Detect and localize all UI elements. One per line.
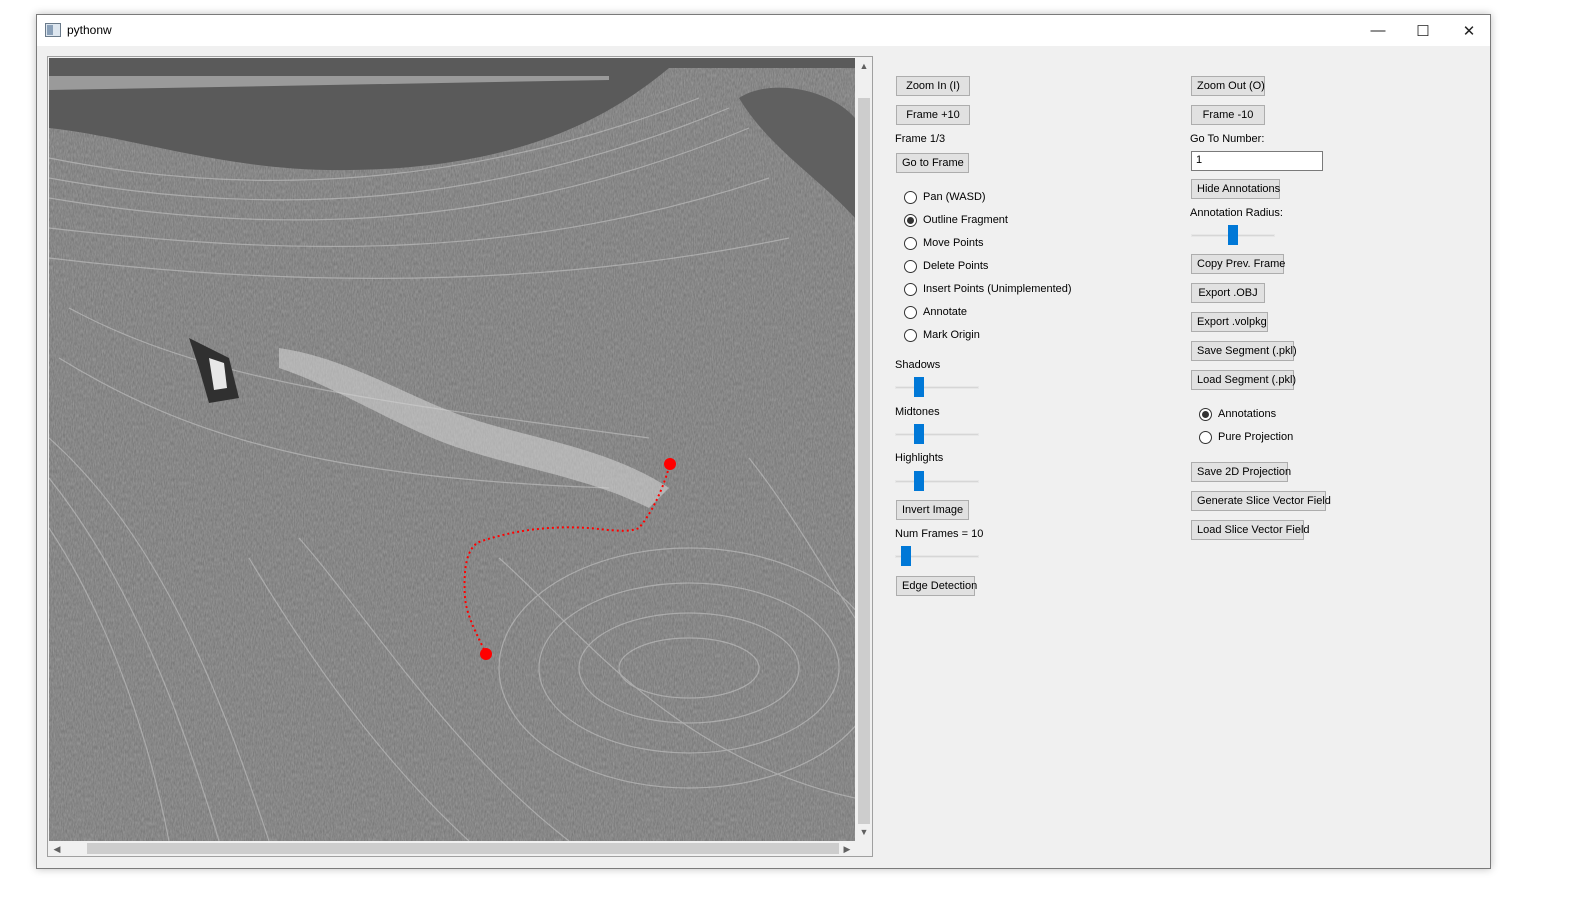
go-to-number-input[interactable]: 1 [1191, 151, 1323, 171]
window-title: pythonw [67, 23, 112, 37]
radio-circle-icon [904, 190, 917, 204]
frame-counter: Frame 1/3 [895, 133, 946, 145]
zoom-out-button[interactable]: Zoom Out (O) [1191, 76, 1265, 96]
mode-mark-origin-radio[interactable]: Mark Origin [904, 327, 980, 343]
view-annotations-radio[interactable]: Annotations [1199, 406, 1276, 422]
scan-image-canvas[interactable] [49, 58, 855, 841]
radio-circle-icon [904, 236, 917, 250]
slider-handle[interactable] [901, 546, 911, 566]
slider-track [895, 386, 979, 389]
mode-pan-radio[interactable]: Pan (WASD) [904, 189, 986, 205]
radio-circle-icon [904, 282, 917, 296]
hide-annotations-button[interactable]: Hide Annotations [1191, 179, 1280, 199]
frame-plus-button[interactable]: Frame +10 [896, 105, 970, 125]
view-pure-projection-radio[interactable]: Pure Projection [1199, 429, 1293, 445]
slider-track [895, 433, 979, 436]
scroll-down-icon[interactable]: ▼ [856, 824, 872, 840]
maximize-icon[interactable]: ☐ [1400, 15, 1446, 46]
go-to-number-label: Go To Number: [1190, 133, 1265, 145]
num-frames-slider[interactable] [895, 546, 979, 566]
shadows-slider[interactable] [895, 377, 979, 397]
highlights-slider[interactable] [895, 471, 979, 491]
scroll-slice-image [49, 58, 855, 841]
radio-selected-icon [904, 213, 917, 227]
radio-circle-icon [904, 305, 917, 319]
export-obj-button[interactable]: Export .OBJ [1191, 283, 1265, 303]
mode-insert-points-radio[interactable]: Insert Points (Unimplemented) [904, 281, 1072, 297]
slider-handle[interactable] [914, 377, 924, 397]
invert-image-button[interactable]: Invert Image [896, 500, 969, 520]
go-to-frame-button[interactable]: Go to Frame [896, 153, 969, 173]
export-volpkg-button[interactable]: Export .volpkg [1191, 312, 1268, 332]
mode-move-points-radio[interactable]: Move Points [904, 235, 984, 251]
mode-outline-fragment-radio[interactable]: Outline Fragment [904, 212, 1008, 228]
num-frames-label: Num Frames = 10 [895, 528, 984, 540]
slider-handle[interactable] [914, 471, 924, 491]
scroll-right-icon[interactable]: ▶ [839, 841, 855, 857]
shadows-label: Shadows [895, 359, 941, 371]
highlights-label: Highlights [895, 452, 944, 464]
slider-track [895, 480, 979, 483]
vertical-scrollbar[interactable]: ▲ ▼ [856, 58, 872, 841]
annotation-radius-label: Annotation Radius: [1190, 207, 1283, 219]
radio-circle-icon [904, 328, 917, 342]
vertical-scroll-thumb[interactable] [858, 98, 870, 824]
radio-selected-icon [1199, 407, 1212, 421]
copy-prev-frame-button[interactable]: Copy Prev. Frame [1191, 254, 1285, 274]
mode-annotate-radio[interactable]: Annotate [904, 304, 967, 320]
image-viewer: ▲ ▼ ◀ ▶ [47, 56, 873, 857]
slider-handle[interactable] [1228, 225, 1238, 245]
annotation-radius-slider[interactable] [1191, 225, 1275, 245]
title-bar[interactable]: pythonw — ☐ ✕ [37, 15, 1490, 46]
app-icon [45, 23, 61, 37]
save-2d-projection-button[interactable]: Save 2D Projection [1191, 462, 1291, 482]
generate-slice-vector-field-button[interactable]: Generate Slice Vector Field [1191, 491, 1331, 511]
horizontal-scroll-thumb[interactable] [87, 843, 839, 854]
edge-detection-button[interactable]: Edge Detection [896, 576, 977, 596]
radio-circle-icon [1199, 430, 1212, 444]
close-icon[interactable]: ✕ [1446, 15, 1492, 46]
save-segment-button[interactable]: Save Segment (.pkl) [1191, 341, 1297, 361]
minimize-icon[interactable]: — [1355, 15, 1401, 46]
frame-minus-button[interactable]: Frame -10 [1191, 105, 1265, 125]
midtones-label: Midtones [895, 406, 940, 418]
load-segment-button[interactable]: Load Segment (.pkl) [1191, 370, 1296, 390]
horizontal-scrollbar[interactable]: ◀ ▶ [49, 841, 856, 856]
load-slice-vector-field-button[interactable]: Load Slice Vector Field [1191, 520, 1310, 540]
midtones-slider[interactable] [895, 424, 979, 444]
zoom-in-button[interactable]: Zoom In (I) [896, 76, 970, 96]
app-window: pythonw — ☐ ✕ ▲ ▼ ◀ ▶ Zoom In (I) Frame … [36, 14, 1491, 869]
slider-handle[interactable] [914, 424, 924, 444]
radio-circle-icon [904, 259, 917, 273]
scroll-up-icon[interactable]: ▲ [856, 58, 872, 74]
mode-delete-points-radio[interactable]: Delete Points [904, 258, 988, 274]
scroll-left-icon[interactable]: ◀ [49, 841, 65, 857]
